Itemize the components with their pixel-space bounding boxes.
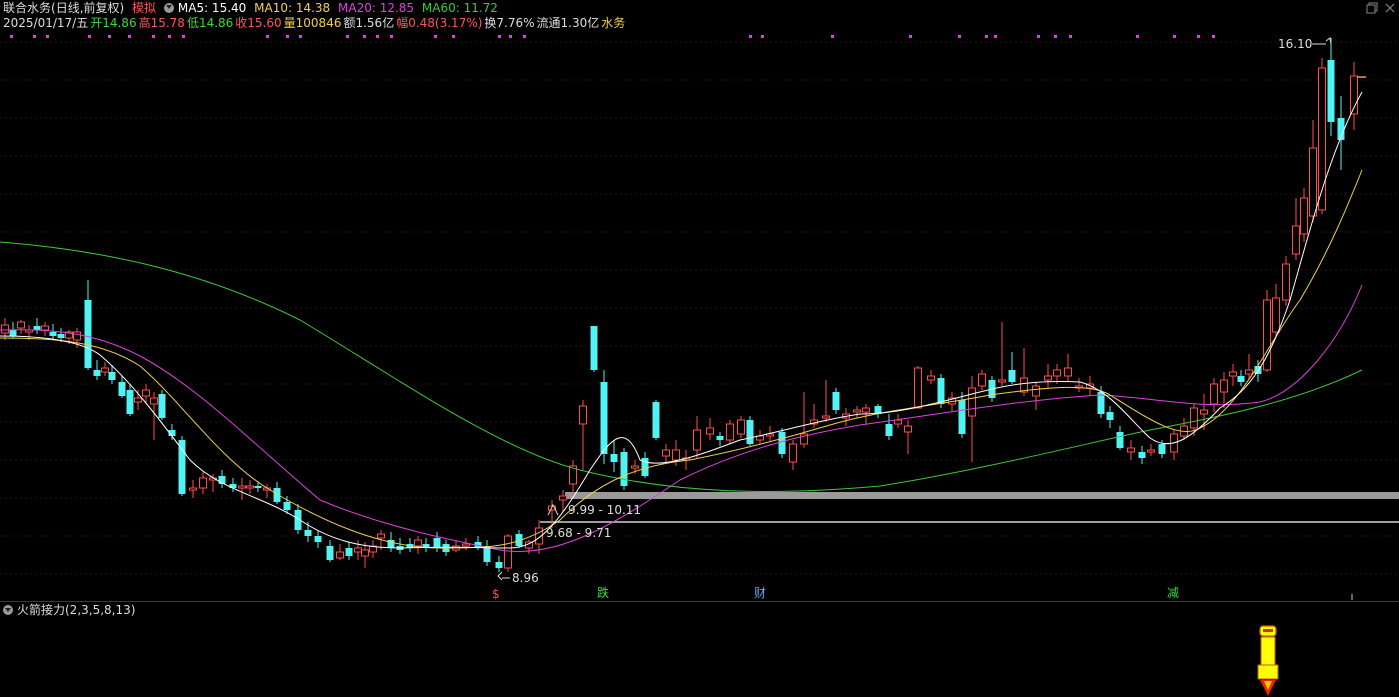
- event-s-label: $: [492, 587, 500, 600]
- event-die-label: 跌: [597, 585, 609, 600]
- event-jian-label: 减: [1167, 586, 1179, 600]
- indicator-settings-icon[interactable]: [3, 605, 13, 615]
- low-price-label: 8.96: [512, 571, 539, 585]
- zone1-label: 9.99 - 10.11: [568, 503, 641, 517]
- ma-line-0: [0, 241, 1363, 492]
- kline-chart[interactable]: 16.10 8.96 9.99 - 10.11 9.68 - 9.71 $ 跌 …: [0, 0, 1399, 600]
- ma-line-2: [0, 169, 1363, 549]
- rocket-icon: [1257, 625, 1279, 696]
- support-zone-1: [565, 492, 1399, 499]
- candlesticks: [1, 38, 1358, 572]
- event-markers-top: [10, 35, 1215, 38]
- high-price-label: 16.10: [1278, 37, 1312, 51]
- indicator-title: 火箭接力(2,3,5,8,13): [17, 603, 136, 617]
- indicator-header: 火箭接力(2,3,5,8,13): [3, 602, 135, 618]
- ma-line-1: [0, 284, 1363, 552]
- support-zones: [540, 492, 1399, 523]
- pane-divider[interactable]: [0, 601, 1399, 602]
- chart-annotations: 16.10 8.96 9.99 - 10.11 9.68 - 9.71 $ 跌 …: [492, 37, 1366, 600]
- zone2-label: 9.68 - 9.71: [546, 526, 611, 540]
- event-cai-label: 财: [754, 586, 766, 600]
